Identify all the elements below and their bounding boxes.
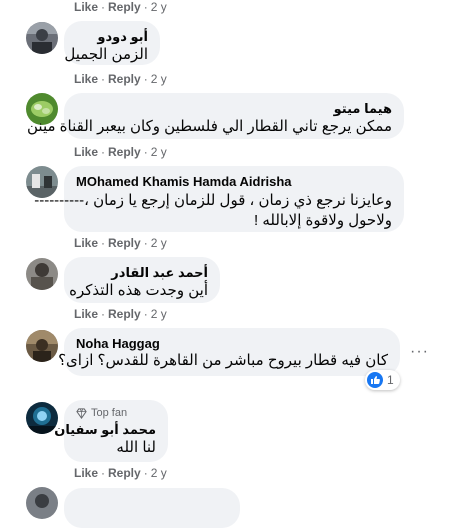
reply-link[interactable]: Reply [108, 0, 141, 14]
comment-author[interactable]: هيما ميتو [76, 101, 392, 117]
comment-author[interactable]: MOhamed Khamis Hamda Aidrisha [76, 174, 392, 189]
badge-label: Top fan [91, 407, 128, 419]
comment-actions: Like · Reply · 2 y [74, 236, 167, 250]
like-link[interactable]: Like [74, 145, 98, 159]
reply-link[interactable]: Reply [108, 72, 141, 86]
avatar[interactable] [26, 402, 58, 434]
avatar-image-icon [26, 330, 58, 362]
comment-age: 2 y [150, 466, 167, 480]
comment-age: 2 y [150, 236, 167, 250]
comment-text: ممكن يرجع تاني القطار الي فلسطين وكان بي… [27, 118, 392, 135]
diamond-icon [76, 407, 87, 419]
comment-author[interactable]: أبو دودو [76, 29, 148, 45]
reply-link[interactable]: Reply [108, 236, 141, 250]
reaction-count[interactable]: 1 [365, 370, 400, 390]
avatar[interactable] [26, 258, 58, 290]
reply-link[interactable]: Reply [108, 466, 141, 480]
like-reaction-icon [367, 372, 383, 388]
reply-link[interactable]: Reply [108, 145, 141, 159]
avatar[interactable] [26, 330, 58, 362]
comment-age: 2 y [150, 307, 167, 321]
comment-actions: Like · Reply · 2 y [74, 466, 167, 480]
reply-link[interactable]: Reply [108, 307, 141, 321]
comment-bubble: أحمد عبد القادر أين وجدت هذه التذكره [64, 257, 220, 303]
comment-actions: Like · Reply · 2 y [74, 0, 167, 14]
like-link[interactable]: Like [74, 307, 98, 321]
comment-actions: Like · Reply · 2 y [74, 72, 167, 86]
comment-text: الزمن الجميل [64, 46, 148, 63]
comment-text: وعايزنا نرجع ذي زمان ، قول للزمان إرجع ي… [34, 192, 392, 209]
comment-age: 2 y [150, 72, 167, 86]
comment-text: ولاحول ولاقوة إلابالله ! [253, 212, 392, 229]
comment-bubble: أبو دودو الزمن الجميل [64, 21, 160, 65]
top-fan-badge: Top fan [76, 407, 156, 419]
like-link[interactable]: Like [74, 466, 98, 480]
comment-bubble: Noha Haggag كان فيه قطار بيروح مباشر من … [58, 328, 400, 376]
avatar-image-icon [26, 402, 58, 434]
avatar[interactable] [26, 487, 58, 519]
comment-actions: Like · Reply · 2 y [74, 307, 167, 321]
comment-bubble: MOhamed Khamis Hamda Aidrisha وعايزنا نر… [34, 166, 404, 232]
avatar-image-icon [26, 487, 58, 519]
avatar-image-icon [26, 22, 58, 54]
comment-age: 2 y [150, 0, 167, 14]
comment-bubble: هيما ميتو ممكن يرجع تاني القطار الي فلسط… [27, 93, 404, 139]
comment-actions: Like · Reply · 2 y [74, 145, 167, 159]
like-link[interactable]: Like [74, 72, 98, 86]
comment-age: 2 y [150, 145, 167, 159]
comment-bubble [64, 488, 240, 528]
comment-author[interactable]: Noha Haggag [76, 336, 388, 351]
comment-text: لنا الله [116, 439, 156, 456]
like-link[interactable]: Like [74, 236, 98, 250]
avatar[interactable] [26, 22, 58, 54]
comment-author[interactable]: أحمد عبد القادر [76, 265, 208, 281]
reaction-number: 1 [387, 373, 394, 387]
comment-author[interactable]: محمد أبو سفيان [54, 422, 156, 438]
comment-text: كان فيه قطار بيروح مباشر من القاهرة للقد… [58, 352, 388, 369]
comment-bubble: Top fan محمد أبو سفيان لنا الله [54, 400, 168, 462]
like-link[interactable]: Like [74, 0, 98, 14]
more-options-icon[interactable]: ··· [410, 344, 432, 360]
comment-text: أين وجدت هذه التذكره [69, 282, 208, 299]
avatar-image-icon [26, 258, 58, 290]
